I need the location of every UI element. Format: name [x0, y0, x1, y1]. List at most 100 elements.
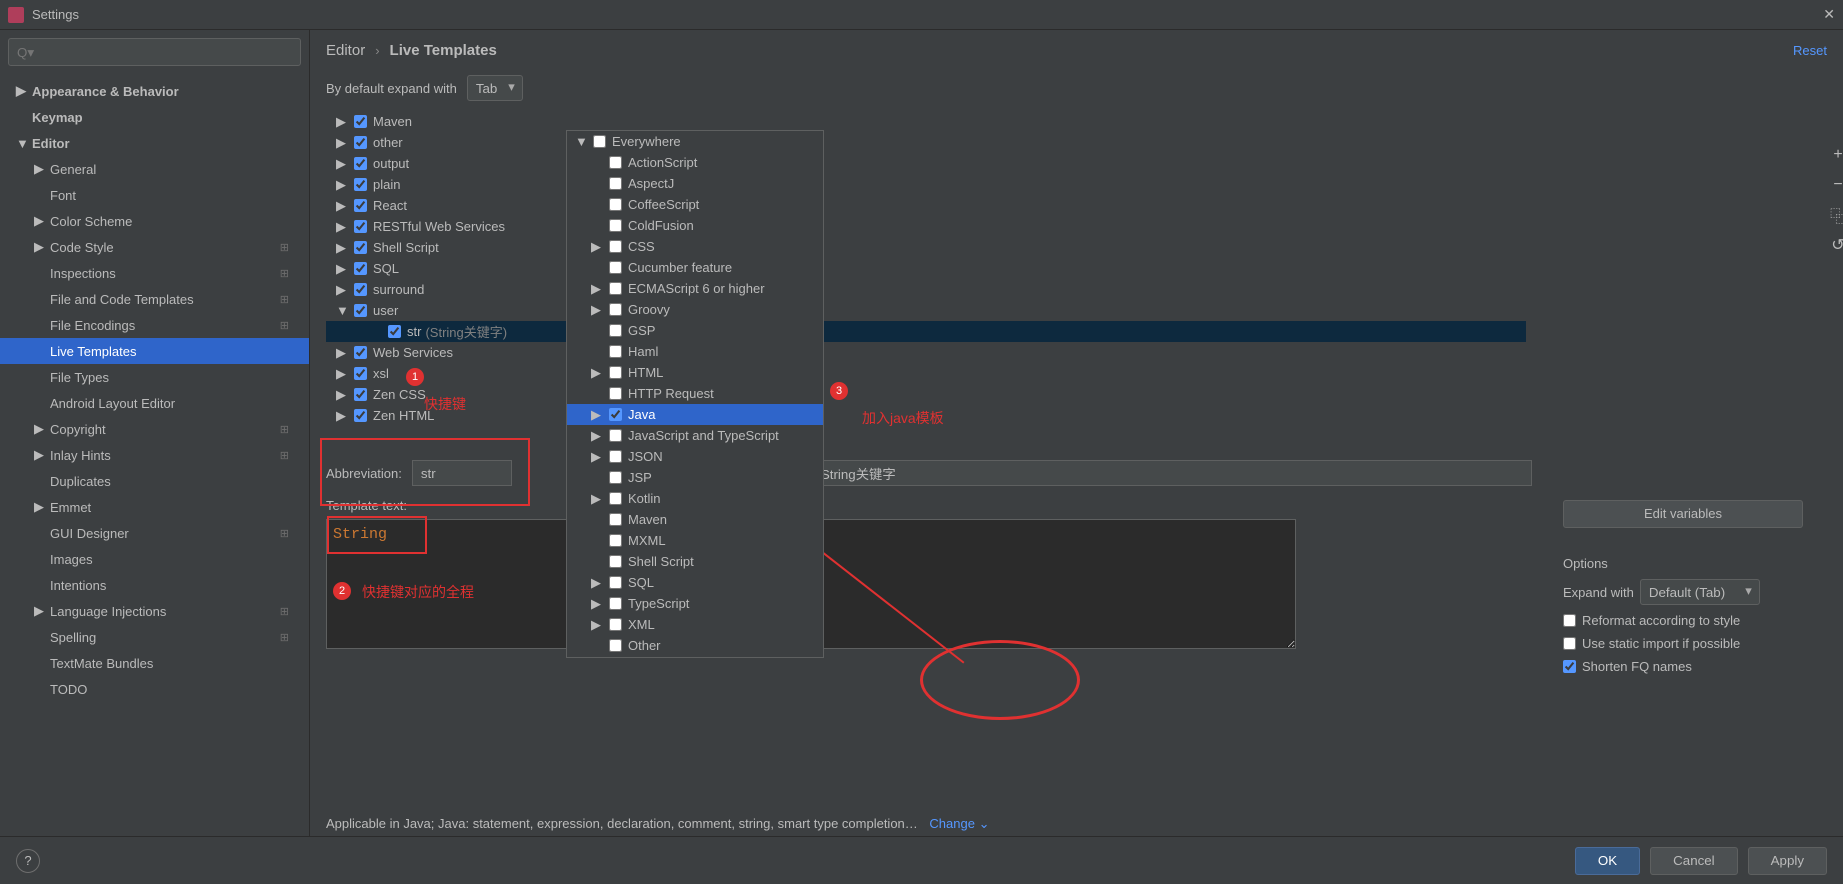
- edit-variables-button[interactable]: Edit variables: [1563, 500, 1803, 528]
- template-checkbox[interactable]: [354, 178, 367, 191]
- sidebar-item-images[interactable]: Images: [0, 546, 309, 572]
- change-link[interactable]: Change ⌄: [929, 816, 989, 831]
- sidebar-item-gui-designer[interactable]: GUI Designer⊞: [0, 520, 309, 546]
- template-checkbox[interactable]: [354, 220, 367, 233]
- context-checkbox[interactable]: [609, 471, 622, 484]
- context-item[interactable]: ▶Kotlin: [567, 488, 823, 509]
- search-input[interactable]: [8, 38, 301, 66]
- sidebar-item-copyright[interactable]: ▶Copyright⊞: [0, 416, 309, 442]
- template-item[interactable]: ▶RESTful Web Services: [326, 216, 1526, 237]
- context-checkbox[interactable]: [609, 198, 622, 211]
- sidebar-item-intentions[interactable]: Intentions: [0, 572, 309, 598]
- shorten-fq-checkbox[interactable]: [1563, 660, 1576, 673]
- sidebar-item-font[interactable]: Font: [0, 182, 309, 208]
- context-checkbox[interactable]: [609, 282, 622, 295]
- add-button[interactable]: +: [1825, 142, 1843, 168]
- sidebar-item-editor[interactable]: ▼Editor: [0, 130, 309, 156]
- template-checkbox[interactable]: [354, 199, 367, 212]
- context-checkbox[interactable]: [609, 429, 622, 442]
- context-item[interactable]: ▶Groovy: [567, 299, 823, 320]
- copy-button[interactable]: ⿻: [1825, 202, 1843, 228]
- reformat-checkbox[interactable]: [1563, 614, 1576, 627]
- template-item[interactable]: ▶output: [326, 153, 1526, 174]
- context-checkbox[interactable]: [609, 345, 622, 358]
- sidebar-item-keymap[interactable]: Keymap: [0, 104, 309, 130]
- sidebar-item-code-style[interactable]: ▶Code Style⊞: [0, 234, 309, 260]
- template-item[interactable]: ▶Zen CSS: [326, 384, 1526, 405]
- context-checkbox[interactable]: [609, 639, 622, 652]
- close-icon[interactable]: ✕: [1823, 6, 1835, 23]
- context-checkbox[interactable]: [609, 177, 622, 190]
- context-checkbox[interactable]: [609, 618, 622, 631]
- context-item[interactable]: Shell Script: [567, 551, 823, 572]
- context-checkbox[interactable]: [609, 324, 622, 337]
- sidebar-item-file-and-code-templates[interactable]: File and Code Templates⊞: [0, 286, 309, 312]
- context-checkbox[interactable]: [609, 555, 622, 568]
- ok-button[interactable]: OK: [1575, 847, 1640, 875]
- sidebar-item-inlay-hints[interactable]: ▶Inlay Hints⊞: [0, 442, 309, 468]
- template-checkbox[interactable]: [354, 409, 367, 422]
- template-checkbox[interactable]: [354, 136, 367, 149]
- context-item[interactable]: ▶SQL: [567, 572, 823, 593]
- popup-root-checkbox[interactable]: [593, 135, 606, 148]
- context-checkbox[interactable]: [609, 261, 622, 274]
- context-checkbox[interactable]: [609, 513, 622, 526]
- context-item[interactable]: AspectJ: [567, 173, 823, 194]
- sidebar-item-duplicates[interactable]: Duplicates: [0, 468, 309, 494]
- context-checkbox[interactable]: [609, 576, 622, 589]
- reset-link[interactable]: Reset: [1793, 43, 1827, 58]
- template-checkbox[interactable]: [354, 157, 367, 170]
- help-button[interactable]: ?: [16, 849, 40, 873]
- template-item[interactable]: ▶SQL: [326, 258, 1526, 279]
- sidebar-item-textmate-bundles[interactable]: TextMate Bundles: [0, 650, 309, 676]
- expand-with-select[interactable]: Default (Tab): [1640, 579, 1760, 605]
- template-checkbox[interactable]: [388, 325, 401, 338]
- context-item[interactable]: ▶TypeScript: [567, 593, 823, 614]
- context-checkbox[interactable]: [609, 408, 622, 421]
- context-item[interactable]: Maven: [567, 509, 823, 530]
- context-item[interactable]: GSP: [567, 320, 823, 341]
- template-checkbox[interactable]: [354, 262, 367, 275]
- sidebar-item-general[interactable]: ▶General: [0, 156, 309, 182]
- template-item[interactable]: ▶Web Services: [326, 342, 1526, 363]
- context-item[interactable]: ColdFusion: [567, 215, 823, 236]
- context-item[interactable]: CoffeeScript: [567, 194, 823, 215]
- template-checkbox[interactable]: [354, 346, 367, 359]
- template-checkbox[interactable]: [354, 304, 367, 317]
- context-item[interactable]: ▶HTML: [567, 362, 823, 383]
- template-item[interactable]: ▼user: [326, 300, 1526, 321]
- description-input[interactable]: [812, 460, 1532, 486]
- template-checkbox[interactable]: [354, 115, 367, 128]
- context-checkbox[interactable]: [609, 156, 622, 169]
- template-item[interactable]: ▶surround: [326, 279, 1526, 300]
- context-checkbox[interactable]: [609, 597, 622, 610]
- settings-tree[interactable]: ▶Appearance & BehaviorKeymap▼Editor▶Gene…: [0, 74, 309, 848]
- template-checkbox[interactable]: [354, 388, 367, 401]
- template-item[interactable]: ▶React: [326, 195, 1526, 216]
- sidebar-item-todo[interactable]: TODO: [0, 676, 309, 702]
- restore-button[interactable]: ↺: [1825, 232, 1843, 258]
- remove-button[interactable]: −: [1825, 172, 1843, 198]
- context-item[interactable]: ActionScript: [567, 152, 823, 173]
- cancel-button[interactable]: Cancel: [1650, 847, 1738, 875]
- template-checkbox[interactable]: [354, 241, 367, 254]
- sidebar-item-emmet[interactable]: ▶Emmet: [0, 494, 309, 520]
- sidebar-item-file-encodings[interactable]: File Encodings⊞: [0, 312, 309, 338]
- crumb-editor[interactable]: Editor: [326, 42, 365, 59]
- context-item[interactable]: Haml: [567, 341, 823, 362]
- apply-button[interactable]: Apply: [1748, 847, 1827, 875]
- template-item[interactable]: str(String关键字): [326, 321, 1526, 342]
- context-checkbox[interactable]: [609, 492, 622, 505]
- context-checkbox[interactable]: [609, 534, 622, 547]
- template-item[interactable]: ▶plain: [326, 174, 1526, 195]
- context-item[interactable]: ▶JSON: [567, 446, 823, 467]
- context-checkbox[interactable]: [609, 219, 622, 232]
- template-checkbox[interactable]: [354, 283, 367, 296]
- context-checkbox[interactable]: [609, 450, 622, 463]
- context-checkbox[interactable]: [609, 240, 622, 253]
- context-popup[interactable]: ▼ Everywhere ActionScriptAspectJCoffeeSc…: [566, 130, 824, 658]
- sidebar-item-inspections[interactable]: Inspections⊞: [0, 260, 309, 286]
- template-item[interactable]: ▶Maven: [326, 111, 1526, 132]
- context-item[interactable]: ▶XML: [567, 614, 823, 635]
- context-checkbox[interactable]: [609, 366, 622, 379]
